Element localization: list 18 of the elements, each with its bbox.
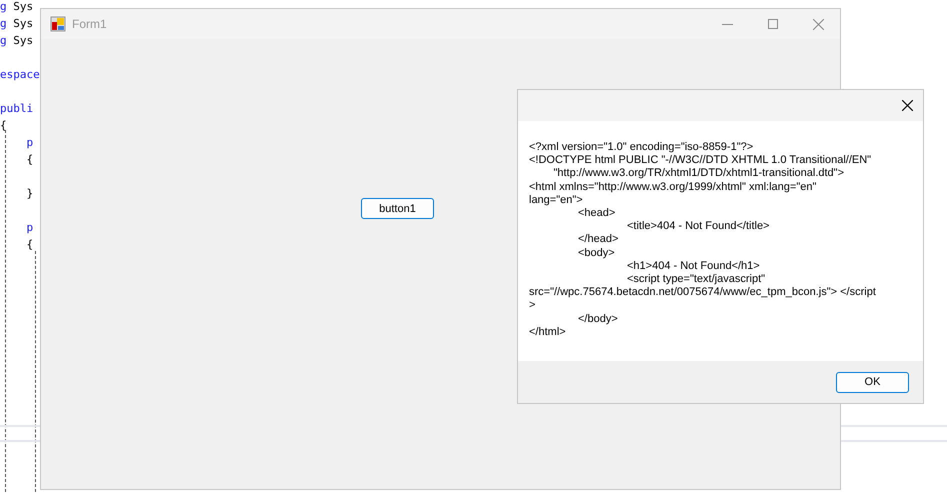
code-line: {: [0, 119, 7, 132]
form-button[interactable]: button1: [361, 198, 434, 219]
code-line: g Sys: [0, 0, 34, 13]
code-line: }: [25, 187, 34, 200]
maximize-icon[interactable]: [768, 19, 778, 29]
code-line: p: [25, 221, 34, 234]
window-title: Form1: [72, 17, 107, 31]
code-line: p: [25, 136, 34, 149]
message-text: <?xml version="1.0" encoding="iso-8859-1"?> <!DOCTYPE html PUBLIC "-//W3C//DTD XHTML 1.0 Transitional//EN" "http://www.w3.org/TR/xhtml1/DTD/xhtml1-transitional.dtd"> <html xmlns="http://www.w3.org/1999/xhtml" xml:lang="en" lang="en"> <head> <title>404 - Not Found</title> </head> <body> <h1>404 - Not Found</h1> <script type="text/javascript" src="//wpc.75674.betacdn.net/0075674/www/ec_tpm_bcon.js"> </script > </body> </html>: [529, 141, 877, 340]
code-line: g Sys: [0, 34, 34, 47]
code-line: espace: [0, 68, 40, 81]
code-line: g Sys: [0, 17, 34, 30]
ok-button[interactable]: OK: [836, 372, 909, 392]
code-line: {: [25, 238, 34, 251]
code-line: publi: [0, 102, 34, 115]
code-line: {: [25, 153, 34, 166]
form-icon: [50, 16, 66, 32]
close-icon[interactable]: [902, 100, 913, 111]
